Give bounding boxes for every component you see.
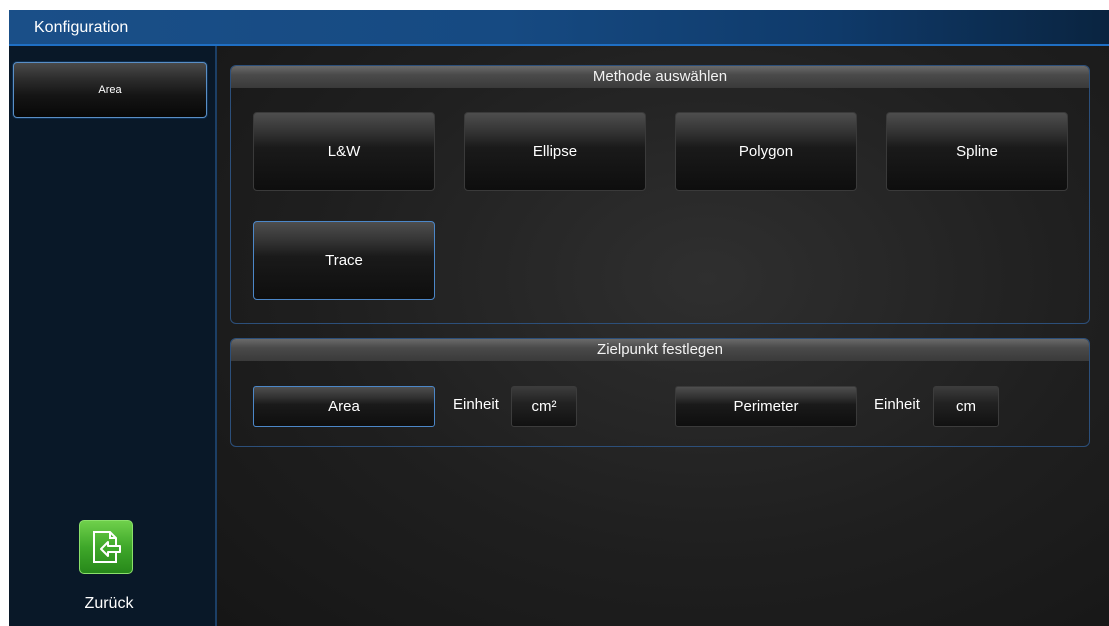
method-lw-button[interactable]: L&W [253, 112, 435, 191]
method-ellipse-button[interactable]: Ellipse [464, 112, 646, 191]
target-panel-title: Zielpunkt festlegen [231, 339, 1089, 361]
target-area-button[interactable]: Area [253, 386, 435, 427]
target-panel: Zielpunkt festlegen Area Einheit cm² Per… [230, 338, 1090, 447]
perimeter-unit-label: Einheit [874, 396, 920, 413]
method-panel: Methode auswählen L&W Ellipse Polygon Sp… [230, 65, 1090, 324]
sidebar-item-area[interactable]: Area [13, 62, 207, 118]
method-trace-button[interactable]: Trace [253, 221, 435, 300]
target-perimeter-button[interactable]: Perimeter [675, 386, 857, 427]
sidebar: Area Zurück [9, 46, 217, 626]
method-polygon-button[interactable]: Polygon [675, 112, 857, 191]
window-title: Konfiguration [34, 19, 129, 36]
back-button-label: Zurück [84, 595, 134, 612]
title-bar: Konfiguration [9, 10, 1109, 46]
method-spline-button[interactable]: Spline [886, 112, 1068, 191]
area-unit-label: Einheit [453, 396, 499, 413]
back-button[interactable]: Zurück [69, 520, 159, 620]
app-screen: Konfiguration Area Zurück Methode auswäh… [9, 10, 1109, 626]
main-area: Methode auswählen L&W Ellipse Polygon Sp… [217, 46, 1109, 626]
method-panel-title: Methode auswählen [231, 66, 1089, 88]
perimeter-unit-field[interactable]: cm [933, 386, 999, 427]
exit-arrow-icon[interactable] [79, 520, 133, 574]
area-unit-field[interactable]: cm² [511, 386, 577, 427]
